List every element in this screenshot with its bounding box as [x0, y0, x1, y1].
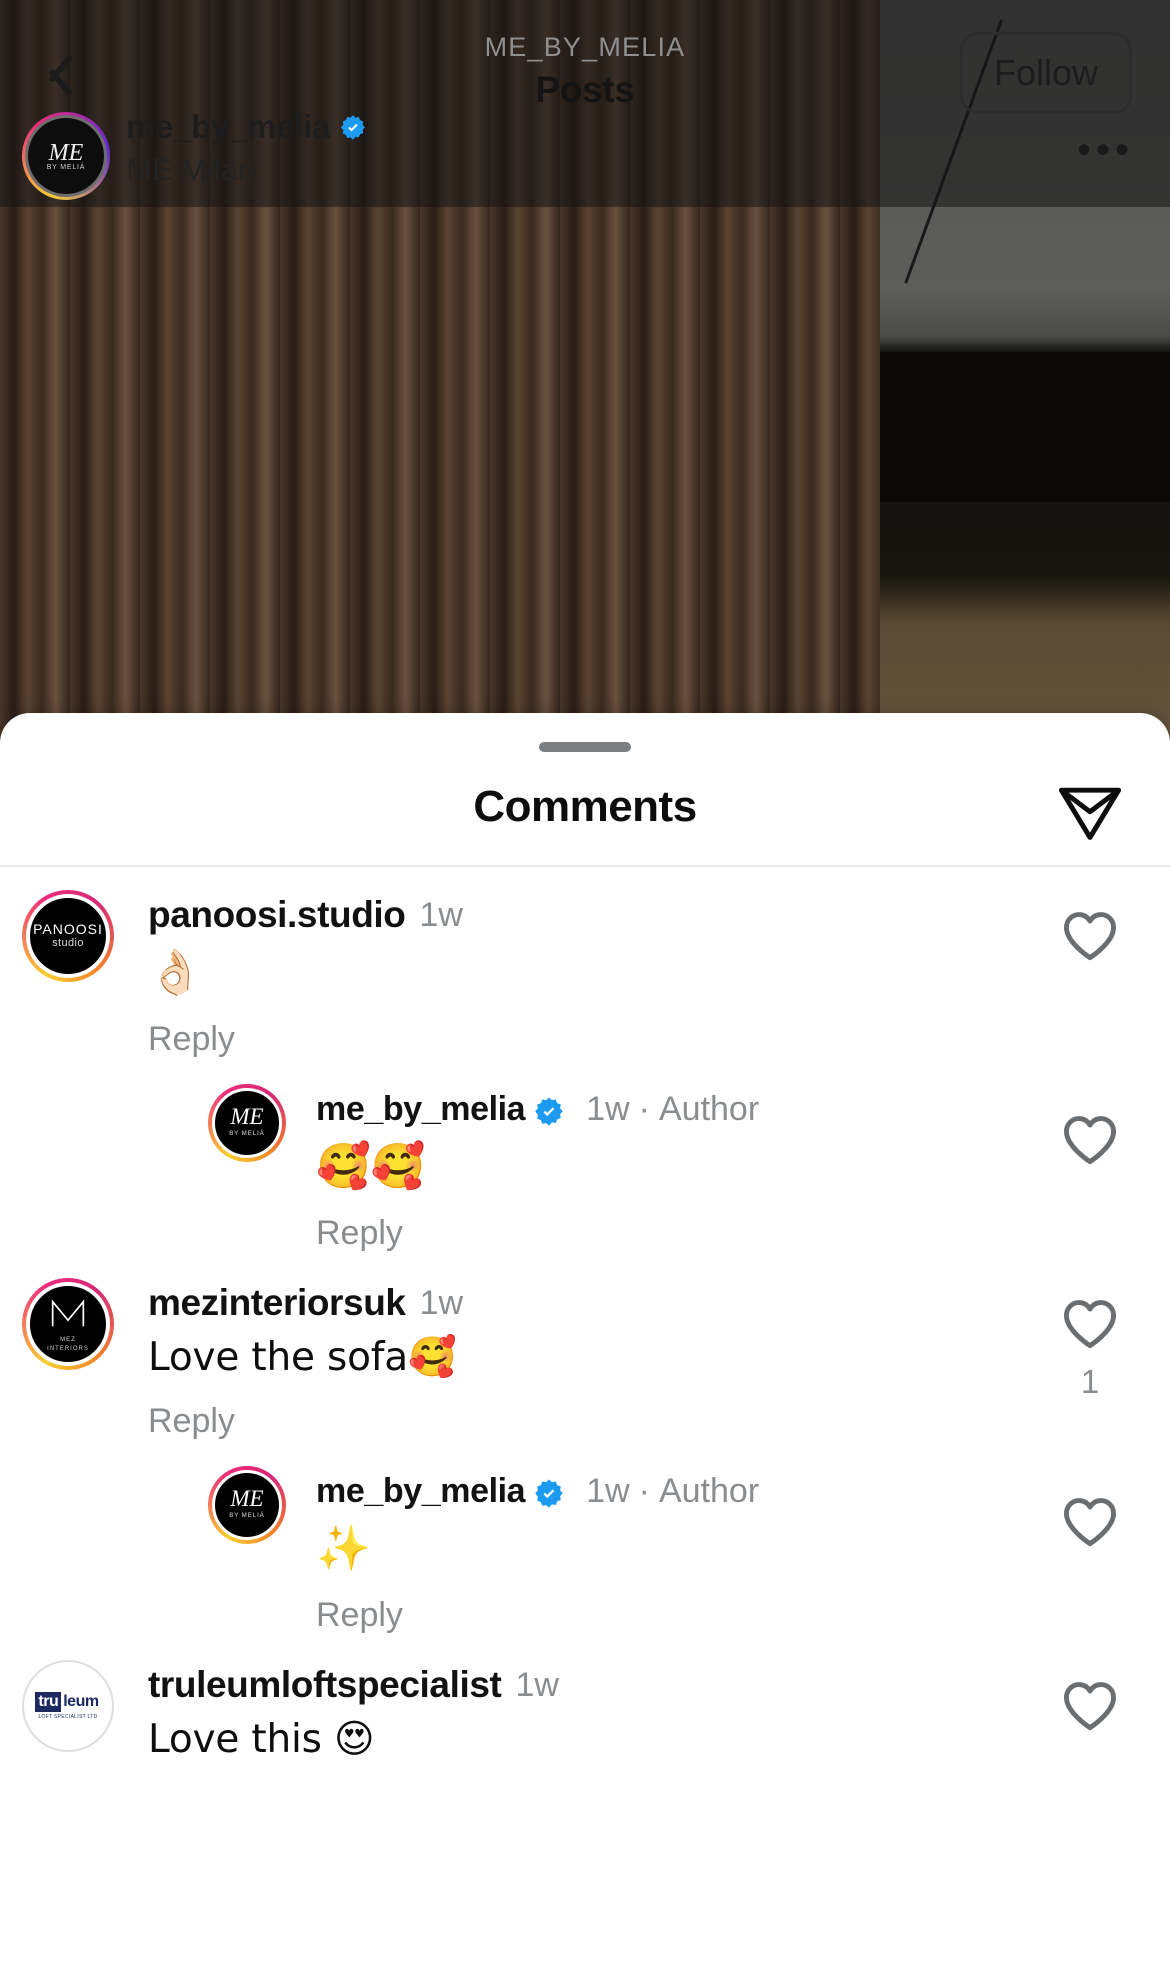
avatar-image: PANOOSI studio [26, 894, 110, 978]
comments-sheet-header: Comments [0, 757, 1170, 857]
avatar-monogram: PANOOSI [33, 921, 103, 937]
verified-badge-icon [340, 114, 366, 140]
avatar-image: ME BY MELIÁ [212, 1470, 282, 1540]
comments-sheet: Comments PANOOSI studio panoosi.studio 1w 👌🏻… [0, 713, 1170, 1986]
comment-meta: me_by_melia 1w · Author [316, 1084, 1010, 1134]
avatar-image: ME BY MELIÁ [25, 115, 107, 197]
comment-timestamp: 1w [419, 1284, 464, 1322]
avatar-monogram: ME [48, 139, 84, 166]
heart-icon[interactable] [1062, 1114, 1118, 1166]
comment-username[interactable]: mezinteriorsuk [148, 1278, 406, 1328]
like-column [1054, 1496, 1126, 1548]
like-column [1054, 1680, 1126, 1732]
reply-button[interactable]: Reply [316, 1592, 1010, 1638]
verified-badge-icon [534, 1096, 564, 1126]
ellipsis-icon[interactable]: ••• [1077, 130, 1134, 170]
like-column [1054, 1114, 1126, 1166]
paper-plane-icon[interactable] [1054, 775, 1126, 845]
comment-timestamp: 1w [419, 896, 463, 934]
comment-avatar[interactable]: MEZ INTERIORS [22, 1278, 114, 1444]
heart-icon[interactable] [1062, 1680, 1118, 1732]
truleum-logo: tru leum LOFT SPECIALIST LTD [35, 1691, 101, 1721]
comment-username[interactable]: me_by_melia [316, 1084, 526, 1134]
comment-avatar[interactable]: tru leum LOFT SPECIALIST LTD [22, 1660, 114, 1768]
comment-body: truleumloftspecialist 1w Love this 😍 [114, 1660, 1170, 1768]
comment-body: me_by_melia 1w · Author 🥰🥰 Reply [286, 1084, 1170, 1256]
avatar-story-ring: PANOOSI studio [22, 890, 114, 982]
comment-avatar[interactable]: ME BY MELIÁ [208, 1084, 286, 1256]
avatar-subtext: BY MELIÁ [229, 1131, 265, 1137]
like-column [1054, 910, 1126, 962]
comment-username[interactable]: panoosi.studio [148, 890, 406, 940]
avatar-image: ME BY MELIÁ [212, 1088, 282, 1158]
comment-username[interactable]: me_by_melia [316, 1466, 526, 1516]
avatar-monogram: ME [230, 1486, 264, 1511]
comment-body: me_by_melia 1w · Author ✨ Reply [286, 1466, 1170, 1638]
like-count: 1 [1080, 1363, 1100, 1400]
comment-meta: panoosi.studio 1w [148, 890, 1010, 940]
avatar-image: tru leum LOFT SPECIALIST LTD [24, 1662, 112, 1750]
heart-icon[interactable] [1062, 910, 1118, 962]
comment-body: mezinteriorsuk 1w Love the sofa🥰 Reply [114, 1278, 1170, 1444]
comment-text: Love the sofa🥰 [148, 1335, 457, 1380]
comment-text: Love this 😍 [148, 1717, 375, 1762]
reply-button[interactable]: Reply [316, 1210, 1010, 1256]
post-author-name-row[interactable]: me_by_melia [126, 108, 366, 146]
avatar-subtext-1: MEZ [60, 1337, 76, 1343]
comment-reply-row[interactable]: ME BY MELIÁ me_by_melia 1w · Author 🥰🥰 Reply [0, 1062, 1170, 1256]
comment-text: 🥰🥰 [316, 1141, 426, 1192]
comment-avatar[interactable]: ME BY MELIÁ [208, 1466, 286, 1638]
comment-timestamp: 1w [515, 1666, 559, 1704]
comment-reply-row[interactable]: ME BY MELIÁ me_by_melia 1w · Author ✨ Reply [0, 1444, 1170, 1638]
avatar-story-ring: ME BY MELIÁ [208, 1084, 286, 1162]
comments-list: PANOOSI studio panoosi.studio 1w 👌🏻 Reply ME BY… [0, 868, 1170, 1768]
drag-handle[interactable] [539, 742, 631, 752]
comment-username[interactable]: truleumloftspecialist [148, 1660, 502, 1710]
comment-row[interactable]: tru leum LOFT SPECIALIST LTD truleumloftspe… [0, 1638, 1170, 1768]
post-author-username: me_by_melia [126, 108, 330, 145]
post-image-dark-strip [880, 352, 1170, 502]
meta-separator: · [638, 1090, 650, 1128]
avatar-story-ring: tru leum LOFT SPECIALIST LTD [22, 1660, 114, 1752]
mez-monogram-icon [51, 1299, 85, 1327]
comment-meta: mezinteriorsuk 1w [148, 1278, 1010, 1328]
meta-separator: · [638, 1472, 650, 1510]
author-label: Author [658, 1090, 760, 1128]
avatar-subtext-2: INTERIORS [47, 1346, 89, 1352]
comment-row[interactable]: MEZ INTERIORS mezinteriorsuk 1w Love the sof… [0, 1256, 1170, 1444]
post-author-bar: ME BY MELIÁ me_by_melia ME Milan ••• [0, 104, 1170, 207]
reply-button[interactable]: Reply [148, 1016, 1010, 1062]
avatar-subtext: BY MELIÁ [46, 163, 86, 171]
avatar-story-ring: ME BY MELIÁ [208, 1466, 286, 1544]
verified-badge-icon [534, 1478, 564, 1508]
avatar-subtext: studio [52, 937, 84, 949]
comment-meta: me_by_melia 1w · Author [316, 1466, 1010, 1516]
heart-icon[interactable] [1062, 1496, 1118, 1548]
comment-avatar[interactable]: PANOOSI studio [22, 890, 114, 1062]
reply-button[interactable]: Reply [148, 1398, 1010, 1444]
avatar-subtext: BY MELIÁ [229, 1513, 265, 1519]
comment-text: ✨ [316, 1523, 371, 1574]
post-location[interactable]: ME Milan [126, 152, 255, 188]
author-label: Author [658, 1472, 760, 1510]
avatar-monogram: ME [230, 1104, 264, 1129]
like-column: 1 [1054, 1298, 1126, 1400]
header-divider [0, 865, 1170, 867]
comment-meta: truleumloftspecialist 1w [148, 1660, 1010, 1710]
avatar-story-ring: MEZ INTERIORS [22, 1278, 114, 1370]
comment-timestamp: 1w [586, 1472, 630, 1510]
heart-icon[interactable] [1062, 1298, 1118, 1350]
comment-timestamp: 1w [586, 1090, 630, 1128]
comment-body: panoosi.studio 1w 👌🏻 Reply [114, 890, 1170, 1062]
comments-title: Comments [473, 782, 697, 831]
post-author-avatar[interactable]: ME BY MELIÁ [22, 112, 110, 200]
follow-button[interactable]: Follow [960, 32, 1132, 114]
instagram-post-screen: ME_BY_MELIA Posts Follow ME BY MELIÁ me_… [0, 0, 1170, 1986]
comment-row[interactable]: PANOOSI studio panoosi.studio 1w 👌🏻 Reply [0, 868, 1170, 1062]
comment-text: 👌🏻 [148, 947, 203, 998]
avatar-image: MEZ INTERIORS [26, 1282, 110, 1366]
